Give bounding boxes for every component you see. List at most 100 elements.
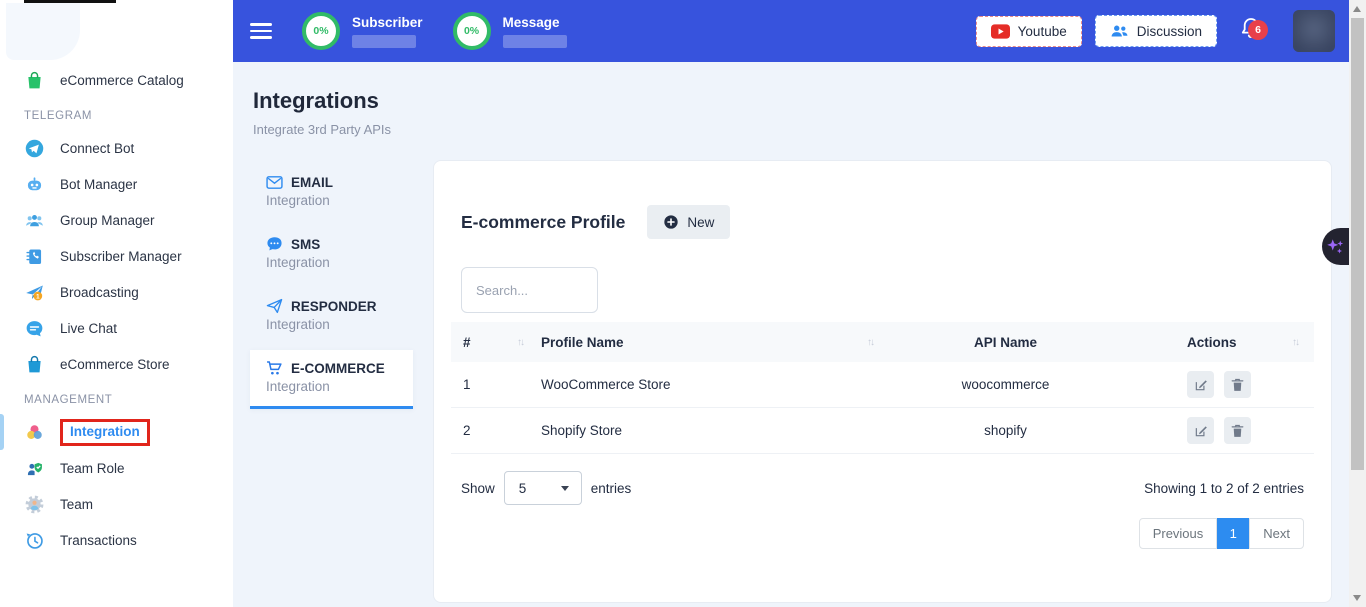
tab-sms-integration[interactable]: SMS Integration — [250, 226, 413, 285]
sidebar-item-label: Subscriber Manager — [60, 249, 182, 264]
tab-sublabel: Integration — [266, 193, 397, 208]
message-usage-stat: 0% Message — [453, 12, 567, 50]
active-item-indicator — [0, 414, 4, 450]
sort-icon[interactable]: ↑↓ — [1292, 337, 1304, 348]
scrollbar-up-arrow[interactable] — [1353, 6, 1361, 12]
profiles-table: # ↑↓ Profile Name ↑↓ API Name Actions ↑↓… — [451, 322, 1314, 454]
app-logo[interactable] — [6, 3, 80, 60]
shopping-bag-green-icon — [24, 70, 45, 91]
vertical-scrollbar[interactable] — [1349, 0, 1366, 607]
annotation-highlight-box: Integration — [60, 419, 150, 446]
group-icon — [24, 210, 45, 231]
subscriber-stat-value-blurred — [352, 35, 416, 48]
tab-label: EMAIL — [291, 175, 333, 190]
sidebar: eCommerce Catalog TELEGRAM Connect Bot — [0, 0, 233, 607]
sidebar-item-label: Live Chat — [60, 321, 117, 336]
sidebar-section-telegram: TELEGRAM — [0, 110, 233, 122]
hamburger-menu-icon[interactable] — [250, 19, 272, 43]
table-row: 1 WooCommerce Store woocommerce — [451, 362, 1314, 408]
table-header-row: # ↑↓ Profile Name ↑↓ API Name Actions ↑↓ — [451, 322, 1314, 362]
tab-label: E-COMMERCE — [291, 361, 385, 376]
telegram-icon — [24, 138, 45, 159]
discussion-button[interactable]: Discussion — [1095, 15, 1217, 47]
discussion-button-label: Discussion — [1137, 24, 1202, 39]
chevron-down-icon — [561, 486, 569, 491]
new-profile-button[interactable]: New — [647, 205, 730, 239]
subscriber-progress-ring: 0% — [302, 12, 340, 50]
delete-button[interactable] — [1224, 371, 1251, 398]
sidebar-item-group-manager[interactable]: Group Manager — [0, 202, 233, 238]
sidebar-item-team-role[interactable]: Team Role — [0, 450, 233, 486]
tab-sublabel: Integration — [266, 317, 397, 332]
broadcast-icon: 1 — [24, 282, 45, 303]
edit-button[interactable] — [1187, 371, 1214, 398]
scrollbar-down-arrow[interactable] — [1353, 595, 1361, 601]
sidebar-item-subscriber-manager[interactable]: Subscriber Manager — [0, 238, 233, 274]
contact-book-icon — [24, 246, 45, 267]
sidebar-item-label: Group Manager — [60, 213, 155, 228]
integration-subnav: EMAIL Integration SMS Integration — [250, 165, 413, 412]
search-input[interactable] — [461, 267, 598, 313]
sidebar-item-label: Team — [60, 497, 93, 512]
sidebar-item-label: Team Role — [60, 461, 125, 476]
api-name-cell: shopify — [879, 423, 1132, 438]
chat-bubble-icon — [24, 318, 45, 339]
entries-label: entries — [591, 481, 632, 496]
show-label: Show — [461, 481, 495, 496]
sidebar-item-team[interactable]: Team — [0, 486, 233, 522]
tab-sublabel: Integration — [266, 255, 397, 270]
column-header-profile-name: Profile Name — [541, 335, 624, 350]
sidebar-item-label: Connect Bot — [60, 141, 134, 156]
youtube-button[interactable]: Youtube — [976, 16, 1082, 47]
subscriber-usage-stat: 0% Subscriber — [302, 12, 423, 50]
profile-name-cell: Shopify Store — [541, 423, 622, 438]
plus-circle-icon — [663, 214, 679, 230]
delete-button[interactable] — [1224, 417, 1251, 444]
tab-responder-integration[interactable]: RESPONDER Integration — [250, 288, 413, 347]
panel-title: E-commerce Profile — [461, 212, 625, 233]
sidebar-item-ecommerce-catalog[interactable]: eCommerce Catalog — [0, 62, 233, 98]
next-page-button[interactable]: Next — [1249, 518, 1304, 549]
notification-count-badge: 6 — [1248, 20, 1268, 40]
showing-entries-text: Showing 1 to 2 of 2 entries — [1144, 481, 1304, 496]
scrollbar-thumb[interactable] — [1351, 18, 1364, 470]
sidebar-item-label: Integration — [70, 424, 140, 439]
current-page-button[interactable]: 1 — [1217, 518, 1249, 549]
sidebar-item-ecommerce-store[interactable]: eCommerce Store — [0, 346, 233, 382]
profile-name-cell: WooCommerce Store — [541, 377, 671, 392]
app-window: eCommerce Catalog TELEGRAM Connect Bot — [0, 0, 1366, 607]
sidebar-item-live-chat[interactable]: Live Chat — [0, 310, 233, 346]
page-size-select[interactable]: 5 — [504, 471, 582, 505]
edit-icon — [1194, 378, 1208, 392]
users-icon — [1110, 23, 1129, 39]
user-avatar[interactable] — [1293, 10, 1335, 52]
sidebar-item-broadcasting[interactable]: 1 Broadcasting — [0, 274, 233, 310]
integration-circles-icon — [24, 422, 45, 443]
notifications-bell[interactable]: 6 — [1239, 16, 1263, 47]
paper-plane-icon — [266, 298, 283, 314]
sort-icon[interactable]: ↑↓ — [517, 337, 529, 348]
sidebar-item-bot-manager[interactable]: Bot Manager — [0, 166, 233, 202]
sidebar-item-label: Bot Manager — [60, 177, 137, 192]
column-header-number: # — [463, 335, 471, 350]
avatar-image-blurred — [1293, 10, 1335, 52]
tab-email-integration[interactable]: EMAIL Integration — [250, 165, 413, 223]
tab-ecommerce-integration[interactable]: E-COMMERCE Integration — [250, 350, 413, 409]
transaction-history-icon — [24, 530, 45, 551]
youtube-icon — [991, 24, 1010, 39]
row-number: 1 — [463, 377, 471, 392]
sidebar-item-label: eCommerce Store — [60, 357, 170, 372]
page-size-value: 5 — [519, 481, 527, 496]
page-subtitle: Integrate 3rd Party APIs — [253, 122, 391, 137]
sidebar-item-connect-bot[interactable]: Connect Bot — [0, 130, 233, 166]
robot-icon — [24, 174, 45, 195]
sidebar-item-integration[interactable]: Integration — [0, 414, 233, 450]
person-shield-icon — [24, 458, 45, 479]
previous-page-button[interactable]: Previous — [1139, 518, 1218, 549]
tab-sublabel: Integration — [266, 379, 397, 394]
sort-icon[interactable]: ↑↓ — [867, 337, 879, 348]
edit-button[interactable] — [1187, 417, 1214, 444]
sidebar-item-transactions[interactable]: Transactions — [0, 522, 233, 558]
svg-text:1: 1 — [36, 293, 40, 300]
gear-person-icon — [24, 494, 45, 515]
